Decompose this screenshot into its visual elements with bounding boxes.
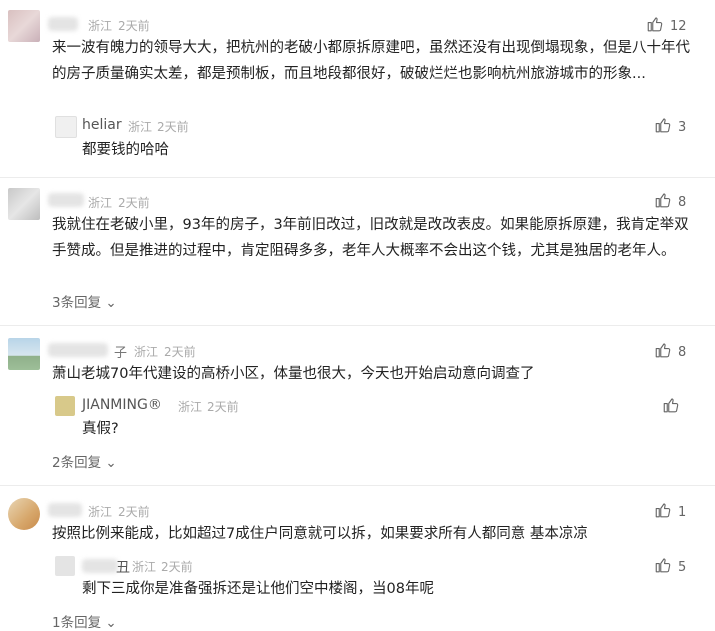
thumbs-up-icon (654, 116, 672, 138)
reply-time: 2天前 (161, 560, 193, 574)
view-replies-link[interactable]: 1条回复 ⌄ (52, 611, 117, 631)
like-count: 1 (678, 504, 687, 520)
reply-time: 2天前 (157, 120, 189, 134)
thumbs-up-icon (646, 15, 664, 37)
comment-location: 浙江 (88, 196, 113, 210)
reply-text: 都要钱的哈哈 (82, 142, 169, 158)
view-replies-label: 1条回复 (52, 615, 102, 631)
chevron-down-icon: ⌄ (105, 455, 117, 471)
like-count: 3 (678, 119, 687, 135)
comment-time: 2天前 (118, 196, 150, 210)
like-button[interactable]: 3 (654, 116, 686, 138)
thumbs-up-icon (654, 501, 672, 523)
view-replies-link[interactable]: 3条回复 ⌄ (52, 291, 117, 311)
chevron-down-icon: ⌄ (105, 615, 117, 631)
reply-location: 浙江 (128, 120, 153, 134)
thumbs-up-icon (654, 556, 672, 578)
thumbs-up-icon (654, 341, 672, 363)
avatar[interactable] (55, 116, 77, 138)
like-count: 8 (678, 344, 687, 360)
avatar[interactable] (8, 188, 40, 220)
avatar[interactable] (55, 396, 75, 416)
comment-time: 2天前 (164, 345, 196, 359)
like-button[interactable]: 1 (654, 501, 686, 523)
comment-time: 2天前 (118, 505, 150, 519)
comment-text: 我就住在老破小里，93年的房子，3年前旧改过，旧改就是改改表皮。如果能原拆原建，… (52, 217, 689, 259)
comment-location: 浙江 (134, 345, 159, 359)
comment-location: 浙江 (88, 19, 113, 33)
divider (0, 177, 715, 178)
reply-username[interactable]: 丑 (116, 557, 130, 577)
thumbs-up-icon (662, 396, 680, 418)
like-button[interactable]: 5 (654, 556, 686, 578)
view-replies-link[interactable]: 2条回复 ⌄ (52, 451, 117, 471)
reply-username[interactable]: JIANMING® (82, 397, 162, 413)
reply-text: 剩下三成你是准备强拆还是让他们空中楼阁，当08年呢 (82, 581, 434, 597)
reply-location: 浙江 (132, 560, 157, 574)
thumbs-up-icon (654, 191, 672, 213)
avatar[interactable] (55, 556, 75, 576)
avatar[interactable] (8, 10, 40, 42)
reply-text: 真假? (82, 421, 119, 437)
like-button[interactable]: 8 (654, 191, 686, 213)
like-button[interactable]: 8 (654, 341, 686, 363)
comment-time: 2天前 (118, 19, 150, 33)
view-replies-label: 2条回复 (52, 455, 102, 471)
divider (0, 485, 715, 486)
view-replies-label: 3条回复 (52, 295, 102, 311)
reply-username[interactable]: heliar (82, 117, 122, 133)
like-button[interactable]: 12 (646, 15, 687, 37)
avatar[interactable] (8, 338, 40, 370)
comment-text: 萧山老城70年代建设的高桥小区，体量也很大，今天也开始启动意向调查了 (52, 366, 535, 382)
reply-time: 2天前 (207, 400, 239, 414)
comment-location: 浙江 (88, 505, 113, 519)
chevron-down-icon: ⌄ (105, 295, 117, 311)
comment-username[interactable]: 子 (114, 342, 127, 361)
reply-location: 浙江 (178, 400, 203, 414)
avatar[interactable] (8, 498, 40, 530)
like-count: 8 (678, 194, 687, 210)
comment-text: 来一波有魄力的领导大大，把杭州的老破小都原拆原建吧，虽然还没有出现倒塌现象，但是… (52, 40, 690, 82)
divider (0, 325, 715, 326)
comment-text: 按照比例来能成，比如超过7成住户同意就可以拆，如果要求所有人都同意 基本凉凉 (52, 526, 588, 542)
like-button[interactable] (662, 396, 686, 418)
like-count: 5 (678, 559, 687, 575)
like-count: 12 (670, 18, 687, 34)
